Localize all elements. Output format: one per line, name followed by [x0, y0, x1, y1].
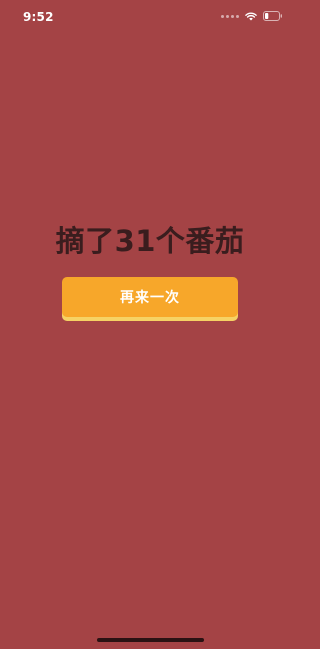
battery-icon [263, 11, 283, 21]
status-icons [221, 11, 283, 21]
status-time: 9:52 [23, 10, 54, 24]
status-bar: 9:52 [0, 0, 300, 36]
result-title: 摘了31个番茄 [55, 224, 245, 258]
result-block: 摘了31个番茄 [0, 222, 300, 260]
retry-button[interactable]: 再来一次 [62, 277, 238, 317]
home-indicator[interactable] [97, 638, 204, 642]
wifi-icon [245, 12, 257, 21]
signal-dots-icon [221, 14, 239, 18]
